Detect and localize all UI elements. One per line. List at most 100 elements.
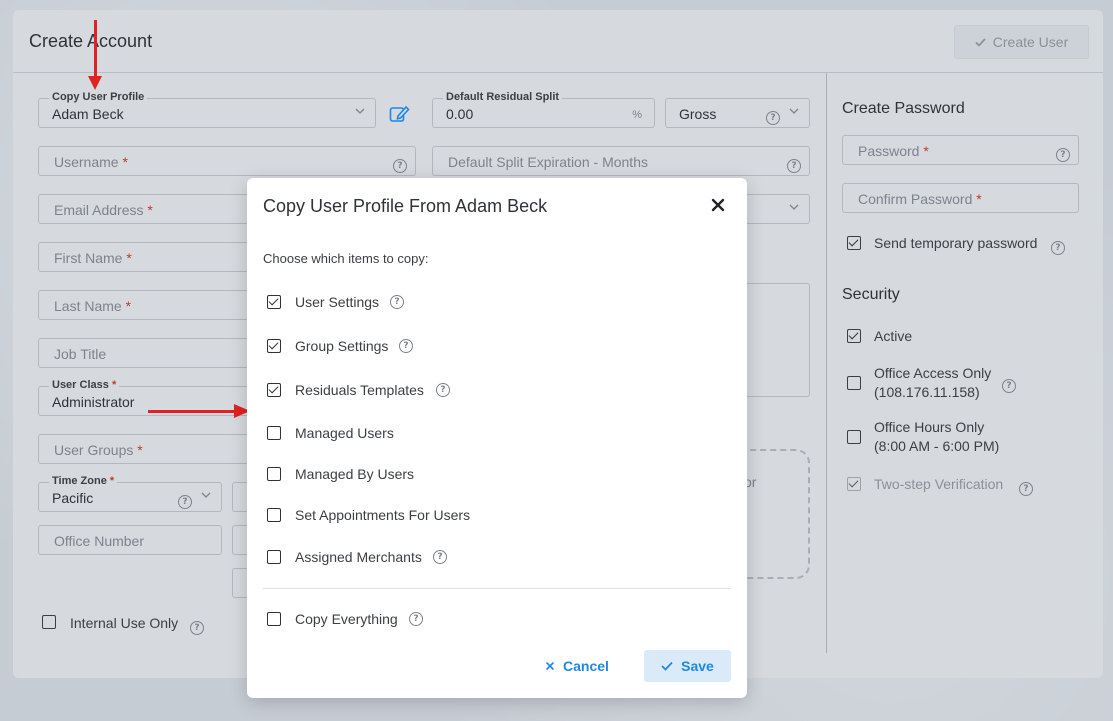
save-button[interactable]: Save (644, 650, 731, 682)
modal-subtitle: Choose which items to copy: (263, 251, 429, 266)
option-assigned-merchants[interactable]: Assigned Merchants ? (267, 549, 727, 570)
email-field[interactable]: Email Address * (38, 194, 258, 224)
create-user-button[interactable]: Create User (954, 25, 1089, 59)
required-marker: * (111, 379, 117, 391)
checkmark-icon (661, 661, 673, 671)
office-access-label: Office Access Only (874, 365, 992, 381)
option-managed-by-users[interactable]: Managed By Users (267, 466, 727, 487)
option-checkbox[interactable] (267, 508, 281, 522)
confirm-password-field[interactable]: Confirm Password * (842, 183, 1079, 213)
residual-split-legend: Default Residual Split (443, 91, 563, 103)
two-step-label: Two-step Verification (874, 476, 1004, 492)
required-marker: * (126, 250, 132, 266)
two-step-checkbox[interactable] (847, 477, 861, 491)
annotation-arrow-right (148, 410, 238, 413)
password-field[interactable]: Password * ? (842, 135, 1079, 165)
option-checkbox[interactable] (267, 295, 281, 309)
hidden-select-fragment[interactable] (738, 194, 810, 224)
required-marker: * (109, 475, 115, 487)
time-zone-value: Pacific (52, 490, 94, 506)
job-title-field[interactable]: Job Title (38, 338, 258, 368)
option-checkbox[interactable] (267, 339, 281, 353)
chevron-down-icon (201, 492, 211, 498)
option-label: Group Settings (295, 338, 389, 354)
office-access-ip: (108.176.11.158) (874, 384, 980, 400)
notes-textarea-fragment[interactable] (738, 283, 810, 397)
option-checkbox[interactable] (267, 426, 281, 440)
job-title-placeholder: Job Title (54, 346, 107, 362)
help-icon: ? (390, 295, 404, 309)
page-title: Create Account (29, 31, 153, 51)
residual-split-input[interactable]: Default Residual Split 0.00 % (432, 91, 655, 128)
option-label: Managed By Users (295, 466, 415, 482)
active-label: Active (874, 328, 913, 344)
office-hours-checkbox[interactable] (847, 430, 861, 444)
copy-profile-select[interactable]: Copy User Profile Adam Beck (38, 91, 376, 128)
username-placeholder: Username (54, 154, 119, 170)
option-checkbox[interactable] (267, 383, 281, 397)
help-icon: ? (1051, 237, 1065, 255)
option-copy-everything[interactable]: Copy Everything ? (267, 611, 727, 632)
checkmark-icon (975, 37, 986, 47)
copy-everything-checkbox[interactable] (267, 612, 281, 626)
help-icon: ? (787, 155, 801, 173)
internal-use-label: Internal Use Only (70, 615, 179, 631)
save-label: Save (681, 658, 714, 674)
option-residuals-templates[interactable]: Residuals Templates ? (267, 382, 727, 403)
split-expiration-field[interactable]: Default Split Expiration - Months ? (432, 146, 810, 176)
username-field[interactable]: Username * ? (38, 146, 416, 176)
option-checkbox[interactable] (267, 467, 281, 481)
time-zone-select[interactable]: Time Zone * Pacific ? (38, 475, 222, 512)
annotation-arrow-down (94, 20, 97, 80)
help-icon: ? (436, 383, 450, 397)
cancel-label: Cancel (563, 658, 609, 674)
residual-split-value: 0.00 (446, 106, 474, 122)
help-icon: ? (399, 339, 413, 353)
user-groups-field[interactable]: User Groups * (38, 434, 258, 464)
chevron-down-icon (355, 108, 365, 114)
office-access-checkbox[interactable] (847, 376, 861, 390)
copy-everything-label: Copy Everything (295, 611, 398, 627)
required-marker: * (137, 442, 143, 458)
cancel-button[interactable]: Cancel (545, 651, 609, 681)
copy-profile-legend: Copy User Profile (49, 91, 148, 103)
help-icon: ? (1019, 478, 1033, 496)
option-set-appointments[interactable]: Set Appointments For Users (267, 507, 727, 528)
help-icon: ? (178, 491, 192, 509)
help-icon: ? (1056, 144, 1070, 162)
confirm-password-placeholder: Confirm Password (858, 191, 973, 207)
create-password-title: Create Password (842, 100, 965, 117)
help-icon: ? (190, 617, 204, 635)
office-hours-label: Office Hours Only (874, 419, 985, 435)
send-temp-password-label: Send temporary password (874, 235, 1038, 251)
send-temp-password-checkbox[interactable] (847, 236, 861, 250)
close-icon[interactable] (709, 196, 727, 214)
option-label: Set Appointments For Users (295, 507, 471, 523)
first-name-field[interactable]: First Name * (38, 242, 258, 272)
copy-profile-value: Adam Beck (52, 106, 124, 122)
edit-icon[interactable] (389, 104, 411, 124)
option-user-settings[interactable]: User Settings ? (267, 294, 727, 315)
last-name-field[interactable]: Last Name * (38, 290, 258, 320)
user-class-value: Administrator (52, 394, 135, 410)
help-icon: ? (409, 612, 423, 626)
office-number-field[interactable]: Office Number (38, 525, 222, 555)
active-checkbox[interactable] (847, 329, 861, 343)
internal-use-checkbox[interactable] (42, 615, 56, 629)
create-user-label: Create User (992, 34, 1069, 50)
option-group-settings[interactable]: Group Settings ? (267, 338, 727, 359)
time-zone-legend: Time Zone (52, 475, 107, 487)
residual-type-select[interactable]: Gross ? (665, 98, 810, 128)
annotation-arrow-down-head (88, 76, 102, 90)
first-name-placeholder: First Name (54, 250, 123, 266)
option-checkbox[interactable] (267, 550, 281, 564)
required-marker: * (122, 154, 128, 170)
help-icon: ? (433, 550, 447, 564)
required-marker: * (125, 298, 132, 314)
office-hours-range: (8:00 AM - 6:00 PM) (874, 438, 1000, 454)
modal-divider (263, 588, 731, 589)
password-placeholder: Password (858, 143, 920, 159)
required-marker: * (923, 143, 929, 159)
option-managed-users[interactable]: Managed Users (267, 425, 727, 446)
required-marker: * (976, 191, 982, 207)
